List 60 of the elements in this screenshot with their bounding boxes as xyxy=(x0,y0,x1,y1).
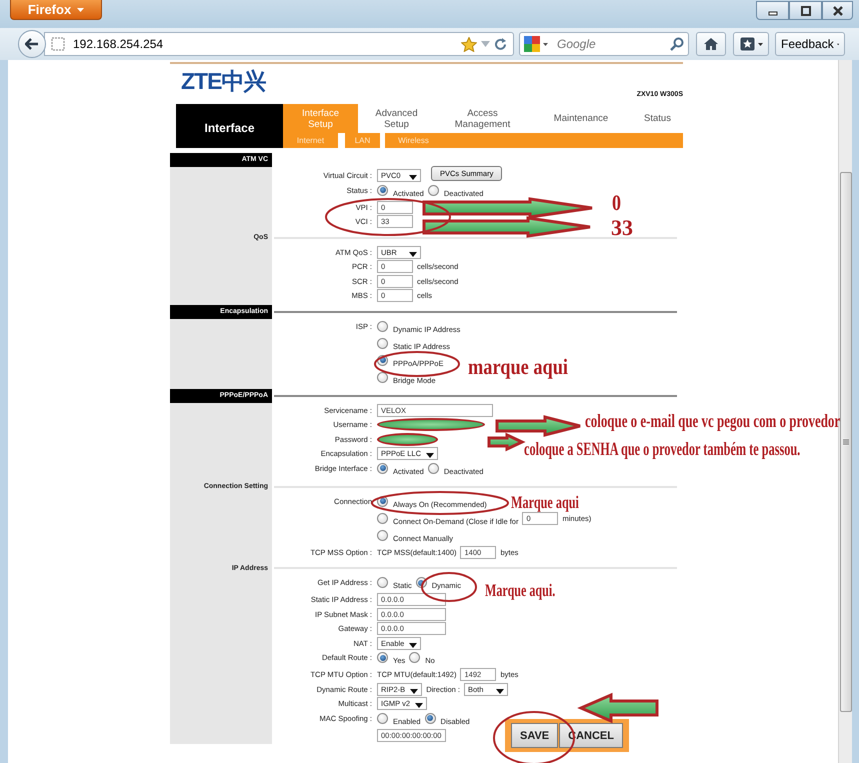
maximize-button[interactable] xyxy=(789,1,822,20)
close-button[interactable] xyxy=(822,1,853,20)
radio-button[interactable] xyxy=(424,712,436,724)
scribbled-input-field[interactable] xyxy=(377,432,438,446)
caret-icon xyxy=(758,42,762,46)
back-button[interactable] xyxy=(18,30,46,58)
radio-button[interactable] xyxy=(377,462,388,474)
caret-icon xyxy=(409,175,417,180)
close-icon xyxy=(832,6,844,16)
radio-button[interactable] xyxy=(377,338,388,348)
annotation-text: Marque aqui. xyxy=(485,582,556,600)
radio-button[interactable] xyxy=(377,512,388,524)
caret-icon xyxy=(409,642,418,648)
caret-icon xyxy=(836,42,839,46)
radio-button[interactable] xyxy=(377,577,388,588)
caret-icon xyxy=(415,703,424,708)
radio-button[interactable] xyxy=(428,184,439,196)
back-arrow-icon xyxy=(25,38,39,50)
reload-icon[interactable] xyxy=(494,38,507,50)
page-icon xyxy=(51,37,65,51)
home-icon xyxy=(703,37,719,51)
radio-button[interactable] xyxy=(377,320,388,332)
feedback-button[interactable]: Feedback xyxy=(775,32,845,56)
radio-button[interactable] xyxy=(377,712,388,724)
annotation-text: 0 xyxy=(612,192,621,214)
caret-icon xyxy=(410,688,418,694)
bookmarks-button[interactable] xyxy=(733,32,769,56)
scroll-bar[interactable] xyxy=(838,60,852,763)
caret-icon[interactable] xyxy=(543,42,548,46)
grip-icon xyxy=(842,439,848,445)
annotation-text: coloque o e-mail que vc pegou com o provedor xyxy=(585,413,840,432)
bookmark-star-icon xyxy=(740,37,754,51)
area-title: Interface xyxy=(176,104,283,148)
radio-button[interactable] xyxy=(377,652,388,663)
caret-icon xyxy=(409,252,417,256)
address-field[interactable]: 192.168.254.254 xyxy=(69,37,457,51)
minimize-button[interactable] xyxy=(756,1,789,20)
address-bar[interactable]: 192.168.254.254 xyxy=(44,32,514,56)
annotation-text: 33 xyxy=(611,217,633,239)
search-bar[interactable]: Google xyxy=(519,32,689,56)
caret-icon xyxy=(77,8,84,12)
radio-button[interactable] xyxy=(377,184,388,196)
home-button[interactable] xyxy=(696,32,726,56)
caret-icon xyxy=(426,453,434,458)
search-field[interactable]: Google xyxy=(551,37,667,51)
annotation-text: Marque aqui xyxy=(511,494,579,512)
circle-mark xyxy=(421,572,477,602)
radio-button[interactable] xyxy=(428,462,439,474)
annotation-text: marque aqui xyxy=(468,356,568,378)
action-button[interactable]: SAVE xyxy=(511,723,558,748)
logo: ZTE中兴 xyxy=(181,68,266,94)
search-icon[interactable] xyxy=(670,37,684,51)
radio-button[interactable] xyxy=(377,530,388,540)
scroll-thumb[interactable] xyxy=(840,172,852,712)
star-icon[interactable] xyxy=(461,36,477,52)
caret-icon xyxy=(496,688,504,694)
radio-button[interactable] xyxy=(409,652,420,663)
maximize-icon xyxy=(800,6,812,16)
annotation-text: coloque a SENHA que o provedor também te passou. xyxy=(524,441,800,460)
radio-button[interactable] xyxy=(377,372,388,382)
